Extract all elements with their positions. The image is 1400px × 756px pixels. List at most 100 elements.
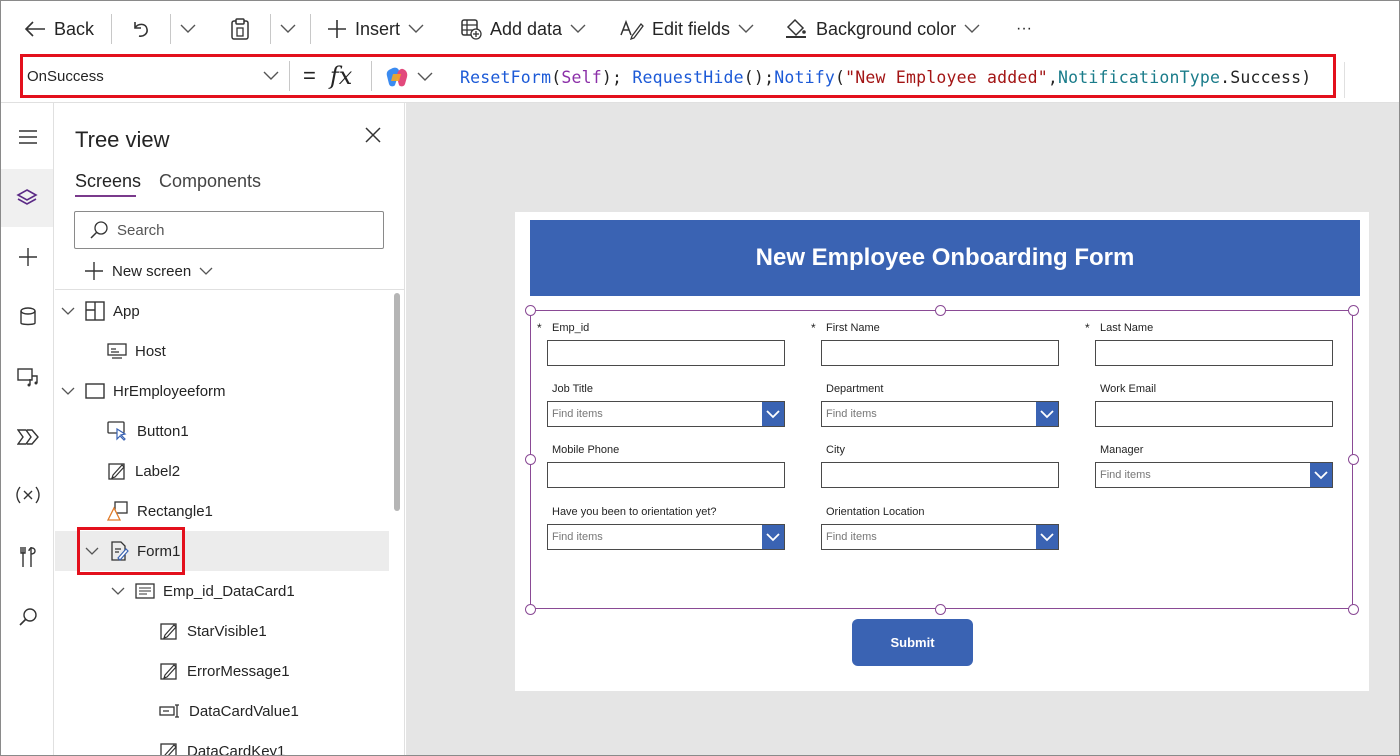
tree-node-datacardvalue[interactable]: DataCardValue1 [159,691,299,731]
chevron-down-icon [111,587,127,596]
layers-icon [15,188,38,208]
host-icon [107,342,127,360]
background-color-label: Background color [816,18,957,39]
button-control-icon [107,421,129,441]
toolbar-divider [111,14,112,44]
toolbar-divider [270,14,271,44]
orientation-dropdown[interactable]: Find items [547,524,785,550]
command-bar: Back Insert Add data Edit fields Backgro… [0,0,1400,56]
dropdown-placeholder: Find items [1100,469,1151,481]
paste-button[interactable] [230,12,250,46]
chevron-down-icon [417,72,433,82]
tree-node-label: DataCardValue1 [189,702,299,720]
tree-scrollbar[interactable] [394,293,400,511]
last-name-input[interactable] [1095,340,1333,366]
label-control-icon [107,461,127,481]
power-automate-rail-button[interactable] [4,413,52,461]
resize-handle[interactable] [1348,604,1359,615]
orientation-location-dropdown[interactable]: Find items [821,524,1059,550]
mobile-phone-input[interactable] [547,462,785,488]
new-screen-button[interactable]: New screen [84,261,213,281]
undo-button[interactable] [130,12,152,46]
field-label-job-title: Job Title [552,383,593,395]
tree-node-starvisible[interactable]: StarVisible1 [159,611,267,651]
fx-icon: fx [329,62,353,90]
resize-handle[interactable] [525,305,536,316]
formula-token: RequestHide [632,67,744,87]
media-rail-button[interactable] [4,353,52,401]
tree-node-screen[interactable]: HrEmployeeform [61,371,226,411]
resize-handle[interactable] [935,604,946,615]
formula-token: Self [561,67,602,87]
field-label-last-name: Last Name [1100,322,1154,334]
add-data-button[interactable]: Add data [460,12,586,46]
manager-dropdown[interactable]: Find items [1095,462,1333,488]
label-control-icon [159,661,179,681]
work-email-input[interactable] [1095,401,1333,427]
resize-handle[interactable] [1348,305,1359,316]
search-rail-button[interactable] [4,593,52,641]
city-input[interactable] [821,462,1059,488]
tree-node-label: ErrorMessage1 [187,662,290,680]
card-icon [135,583,155,599]
tree-node-label: Button1 [137,422,189,440]
tree-node-rectangle1[interactable]: Rectangle1 [107,491,213,531]
dropdown-placeholder: Find items [552,408,603,420]
paste-dropdown-button[interactable] [280,12,296,46]
data-rail-button[interactable] [4,293,52,341]
tree-node-datacardkey[interactable]: DataCardKey1 [159,731,285,756]
equals-sign: = [303,63,316,88]
tree-node-button1[interactable]: Button1 [107,411,189,451]
formula-token: "New Employee added" [845,67,1048,87]
chevron-down-icon [280,24,296,34]
emp-id-input[interactable] [547,340,785,366]
resize-handle[interactable] [525,604,536,615]
tab-components[interactable]: Components [159,171,261,192]
tree-node-errormessage[interactable]: ErrorMessage1 [159,651,290,691]
undo-dropdown-button[interactable] [180,12,196,46]
formula-input[interactable]: ResetForm(Self); RequestHide (); Notify("N… [460,63,1311,91]
back-label: Back [54,18,95,39]
toolbar-divider [310,14,311,44]
department-dropdown[interactable]: Find items [821,401,1059,427]
arrow-left-icon [24,20,46,38]
menu-button[interactable] [4,113,52,161]
copilot-button[interactable] [385,63,433,91]
job-title-dropdown[interactable]: Find items [547,401,785,427]
field-label-department: Department [826,383,884,395]
first-name-input[interactable] [821,340,1059,366]
insert-rail-button[interactable] [4,233,52,281]
formula-divider [289,61,290,91]
close-icon[interactable] [363,125,383,145]
resize-handle[interactable] [525,454,536,465]
advanced-tools-rail-button[interactable] [4,533,52,581]
fx-button[interactable]: = fx [303,57,352,95]
tree-node-datacard[interactable]: Emp_id_DataCard1 [111,571,295,611]
plus-icon [84,261,104,281]
tab-screens[interactable]: Screens [75,171,141,192]
field-label-work-email: Work Email [1100,383,1157,395]
insert-button[interactable]: Insert [327,12,424,46]
tools-icon [19,546,37,568]
tree-view-rail-button[interactable] [0,169,53,227]
resize-handle[interactable] [935,305,946,316]
more-options-button[interactable]: ··· [1016,12,1032,46]
paint-bucket-icon [784,18,808,40]
variables-rail-button[interactable] [4,471,52,519]
tree-node-label2[interactable]: Label2 [107,451,180,491]
chevron-down-icon [199,267,213,276]
background-color-button[interactable]: Background color [784,12,980,46]
resize-handle[interactable] [1348,454,1359,465]
tree-search-input[interactable]: Search [74,211,384,249]
submit-button[interactable]: Submit [852,619,973,666]
back-button[interactable]: Back [24,12,94,46]
toolbar-divider [170,14,171,44]
tree-node-app[interactable]: App [61,291,140,331]
edit-fields-button[interactable]: Edit fields [620,12,754,46]
chevron-down-icon [964,24,980,34]
tree-node-host[interactable]: Host [107,331,166,371]
media-icon [17,367,39,387]
chevron-down-icon [762,525,784,549]
property-selector[interactable]: OnSuccess [25,59,287,93]
copilot-icon [385,66,409,88]
